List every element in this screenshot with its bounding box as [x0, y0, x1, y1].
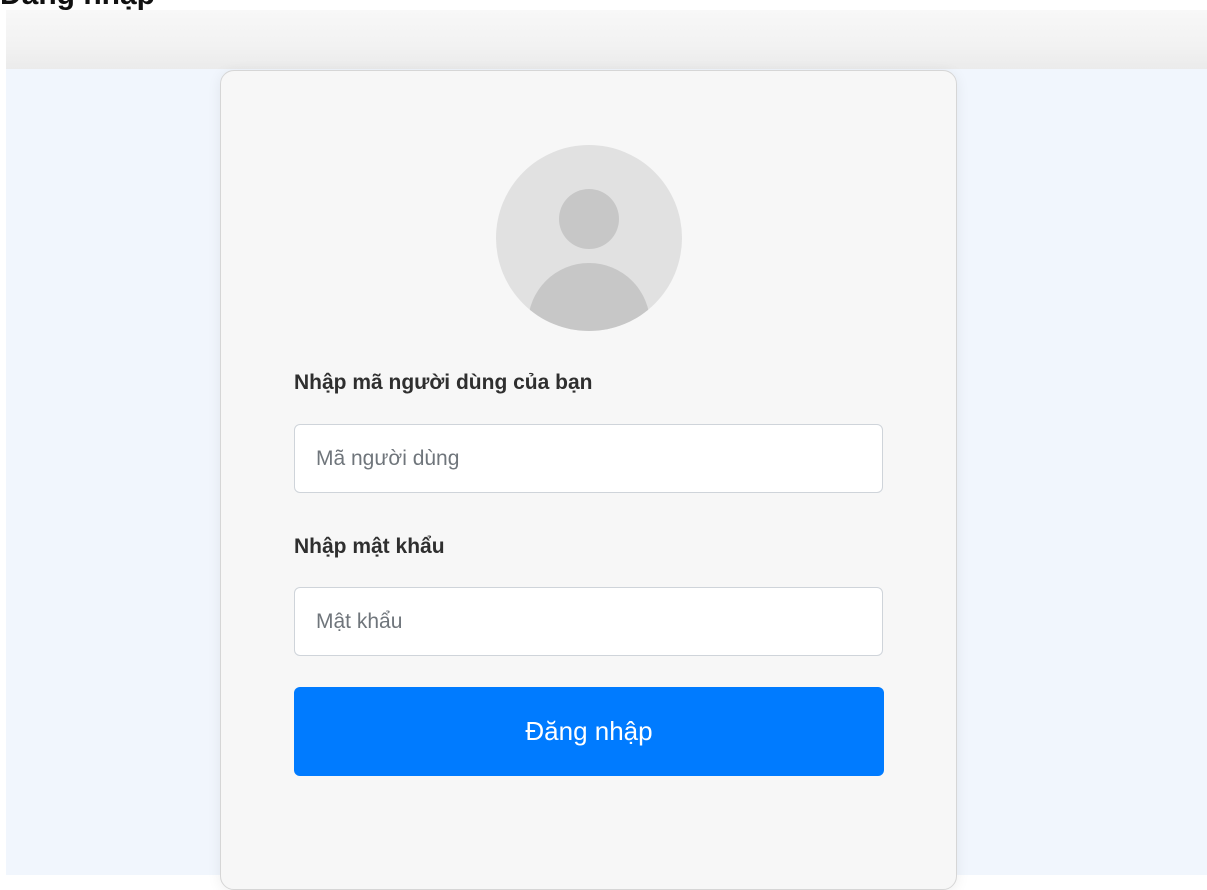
- page-title: Đăng nhập: [0, 0, 155, 10]
- avatar-body-shape: [528, 263, 650, 331]
- top-bar: [6, 10, 1207, 69]
- password-label: Nhập mật khẩu: [294, 535, 445, 558]
- login-button[interactable]: Đăng nhập: [294, 687, 884, 776]
- password-input[interactable]: [294, 587, 883, 656]
- page-header: Đăng nhập: [0, 0, 1207, 10]
- username-input[interactable]: [294, 424, 883, 493]
- username-label: Nhập mã người dùng của bạn: [294, 371, 593, 394]
- avatar-head-shape: [559, 189, 619, 249]
- login-card: Nhập mã người dùng của bạn Nhập mật khẩu…: [220, 70, 957, 890]
- user-avatar-icon: [496, 145, 682, 331]
